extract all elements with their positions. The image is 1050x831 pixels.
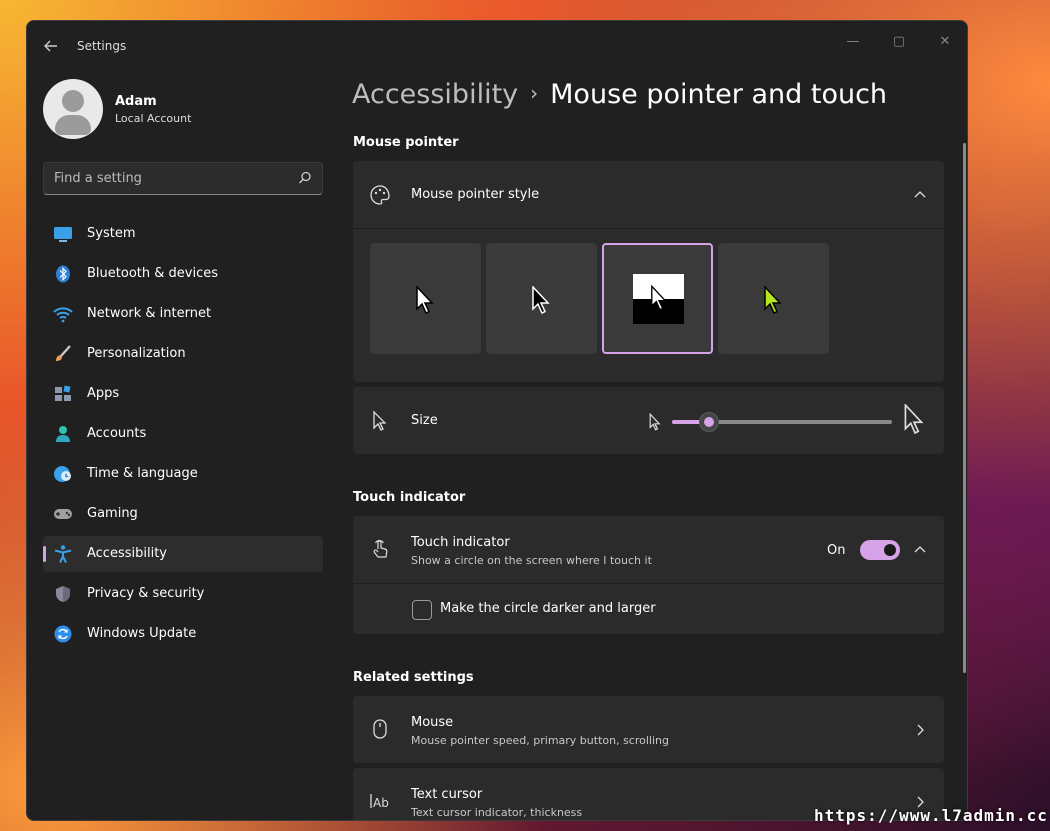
settings-window: Settings — ▢ ✕ Adam Local Account System… (26, 20, 968, 821)
size-label: Size (411, 413, 438, 428)
search-input[interactable] (54, 171, 284, 186)
sidebar-item-label: Apps (87, 386, 120, 401)
sidebar-item-label: Privacy & security (87, 586, 205, 601)
accounts-icon (56, 426, 70, 442)
chevron-up-icon[interactable] (914, 544, 926, 556)
touch-indicator-state: On (827, 543, 846, 558)
touch-icon (373, 540, 388, 558)
white-cursor-icon (416, 286, 434, 314)
chevron-right-icon (917, 724, 924, 736)
sidebar-item-windows-update[interactable]: Windows Update (43, 616, 323, 652)
mouse-pointer-style-header[interactable]: Mouse pointer style (353, 161, 944, 228)
back-button[interactable] (39, 35, 63, 57)
close-button[interactable]: ✕ (925, 29, 965, 53)
chevron-up-icon[interactable] (914, 189, 926, 201)
maximize-button[interactable]: ▢ (879, 29, 919, 53)
sidebar-item-label: Gaming (87, 506, 138, 521)
pointer-size-slider[interactable] (672, 412, 892, 432)
section-title-related-settings: Related settings (353, 670, 474, 685)
touch-indicator-toggle[interactable] (860, 540, 900, 560)
sidebar-item-label: Accessibility (87, 546, 167, 561)
sidebar-item-time-language[interactable]: Time & language (43, 456, 323, 492)
breadcrumb-separator: › (530, 81, 539, 105)
watermark-text: https://www.l7admin.cc (814, 806, 1048, 825)
touch-indicator-card: Touch indicator Show a circle on the scr… (353, 516, 944, 634)
mouse-pointer-style-label: Mouse pointer style (411, 187, 540, 202)
avatar (43, 79, 103, 139)
touch-indicator-description: Show a circle on the screen where I touc… (411, 554, 652, 567)
text-cursor-icon: Ab (370, 794, 389, 810)
pointer-style-custom[interactable] (718, 243, 829, 354)
touch-indicator-label: Touch indicator (411, 535, 510, 550)
minimize-button[interactable]: — (833, 29, 873, 53)
sidebar-item-label: Accounts (87, 426, 147, 441)
darker-circle-label[interactable]: Make the circle darker and larger (440, 601, 656, 616)
related-item-label: Mouse (411, 715, 454, 730)
sidebar-item-label: Windows Update (87, 626, 197, 641)
sidebar-item-label: Personalization (87, 346, 186, 361)
profile-account-type: Local Account (115, 112, 192, 125)
title-bar: Settings — ▢ ✕ (27, 21, 967, 71)
related-item-label: Text cursor (411, 787, 483, 802)
sidebar-item-gaming[interactable]: Gaming (43, 496, 323, 532)
large-pointer-icon (904, 404, 924, 434)
sidebar-item-personalization[interactable]: Personalization (43, 336, 323, 372)
pointer-style-black[interactable] (486, 243, 597, 354)
sidebar-item-apps[interactable]: Apps (43, 376, 323, 412)
breadcrumb-parent[interactable]: Accessibility (352, 79, 518, 110)
pointer-icon (373, 410, 387, 431)
globe-clock-icon (54, 466, 71, 482)
update-icon (54, 625, 72, 643)
section-title-touch-indicator: Touch indicator (353, 490, 466, 505)
bluetooth-icon (56, 265, 70, 283)
sidebar-item-label: Bluetooth & devices (87, 266, 218, 281)
wifi-icon (53, 307, 73, 323)
sidebar-item-system[interactable]: System (43, 216, 323, 252)
sidebar-nav: System Bluetooth & devices Network & int… (43, 216, 323, 656)
back-arrow-icon (44, 40, 57, 52)
pointer-style-inverted[interactable] (602, 243, 713, 354)
sidebar-item-label: System (87, 226, 136, 241)
sidebar-item-accounts[interactable]: Accounts (43, 416, 323, 452)
related-item-description: Mouse pointer speed, primary button, scr… (411, 734, 669, 747)
gamepad-icon (54, 509, 72, 519)
sidebar-item-label: Time & language (87, 466, 198, 481)
small-pointer-icon (649, 413, 661, 431)
sidebar-item-label: Network & internet (87, 306, 212, 321)
related-item-description: Text cursor indicator, thickness (411, 806, 583, 819)
profile-name: Adam (115, 94, 157, 109)
brush-icon (56, 345, 71, 361)
svg-text:Ab: Ab (373, 796, 389, 810)
inverted-cursor-icon (651, 285, 667, 311)
breadcrumb: Accessibility › Mouse pointer and touch (352, 79, 887, 110)
system-icon (54, 227, 72, 242)
app-title: Settings (77, 39, 127, 53)
search-icon (299, 171, 311, 184)
sidebar-item-bluetooth[interactable]: Bluetooth & devices (43, 256, 323, 292)
darker-circle-checkbox[interactable] (412, 600, 432, 620)
related-item-mouse[interactable]: Mouse Mouse pointer speed, primary butto… (353, 696, 944, 763)
sidebar-item-accessibility[interactable]: Accessibility (43, 536, 323, 572)
sidebar-item-network[interactable]: Network & internet (43, 296, 323, 332)
palette-icon (370, 185, 390, 205)
sidebar-item-privacy[interactable]: Privacy & security (43, 576, 323, 612)
accessibility-icon (54, 545, 72, 563)
shield-icon (56, 586, 70, 602)
search-box[interactable] (43, 162, 323, 195)
section-title-mouse-pointer: Mouse pointer (353, 135, 459, 150)
mouse-icon (373, 719, 387, 739)
green-cursor-icon (764, 286, 782, 314)
pointer-style-white[interactable] (370, 243, 481, 354)
black-cursor-icon (532, 286, 550, 314)
page-title: Mouse pointer and touch (550, 79, 888, 110)
scrollbar[interactable] (963, 143, 966, 673)
slider-thumb[interactable] (699, 412, 719, 432)
apps-icon (55, 385, 71, 401)
